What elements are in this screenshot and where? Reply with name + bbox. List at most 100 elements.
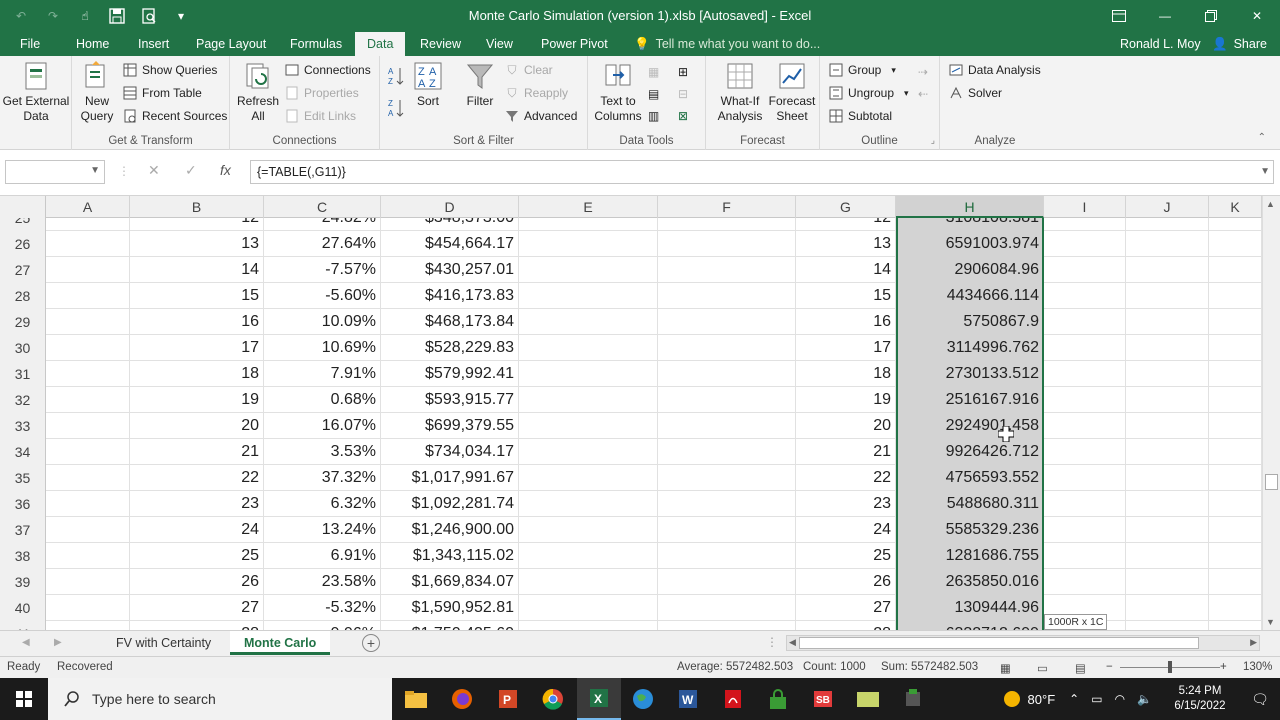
cell-b[interactable]: 16 xyxy=(130,309,264,335)
cell-h[interactable]: 5750867.9 xyxy=(896,309,1044,335)
cell-d[interactable]: $734,034.17 xyxy=(381,439,519,465)
cell-j[interactable] xyxy=(1126,465,1209,491)
row-header[interactable]: 27 xyxy=(0,257,46,283)
cell-h[interactable]: 4434666.114 xyxy=(896,283,1044,309)
horizontal-scroll-thumb[interactable] xyxy=(799,637,1199,649)
cell-c[interactable]: 10.69% xyxy=(264,335,381,361)
select-all-corner[interactable] xyxy=(0,196,46,218)
lock-app-icon[interactable] xyxy=(756,678,800,720)
cell-e[interactable] xyxy=(519,231,658,257)
cell-a[interactable] xyxy=(46,361,130,387)
cell-b[interactable]: 15 xyxy=(130,283,264,309)
cell-e[interactable] xyxy=(519,517,658,543)
cell-k[interactable] xyxy=(1209,569,1262,595)
cell-g[interactable]: 20 xyxy=(796,413,896,439)
tell-me-search[interactable]: 💡 Tell me what you want to do... xyxy=(634,32,820,56)
cell-f[interactable] xyxy=(658,361,796,387)
cell-e[interactable] xyxy=(519,543,658,569)
cell-b[interactable]: 23 xyxy=(130,491,264,517)
cell-a[interactable] xyxy=(46,257,130,283)
cell-h[interactable]: 2730133.512 xyxy=(896,361,1044,387)
text-to-columns-button[interactable]: Text to Columns xyxy=(592,60,644,124)
tab-data[interactable]: Data xyxy=(355,32,406,56)
cell-f[interactable] xyxy=(658,283,796,309)
row-header[interactable]: 30 xyxy=(0,335,46,361)
cell-c[interactable]: 24.82% xyxy=(264,218,381,231)
cell-c[interactable]: 23.58% xyxy=(264,569,381,595)
minimize-icon[interactable]: — xyxy=(1142,0,1188,32)
cell-d[interactable]: $699,379.55 xyxy=(381,413,519,439)
cell-a[interactable] xyxy=(46,621,130,630)
cell-h[interactable]: 3114996.762 xyxy=(896,335,1044,361)
clear-filter-button[interactable]: ⛉ Clear xyxy=(504,60,552,80)
wifi-icon[interactable]: ◠ xyxy=(1115,692,1125,706)
cell-b[interactable]: 17 xyxy=(130,335,264,361)
cell-k[interactable] xyxy=(1209,361,1262,387)
cell-i[interactable] xyxy=(1044,218,1126,231)
adobe-app-icon[interactable]: SB xyxy=(801,678,845,720)
collapse-ribbon-icon[interactable]: ⌃ xyxy=(1258,132,1266,143)
show-queries-button[interactable]: Show Queries xyxy=(122,60,217,80)
group-button[interactable]: Group ▾ xyxy=(828,60,896,80)
consolidate-icon[interactable]: ⊞ xyxy=(678,62,688,82)
relationships-icon[interactable]: ⊟ xyxy=(678,84,688,104)
row-header[interactable]: 34 xyxy=(0,439,46,465)
manage-data-model-icon[interactable]: ⊠ xyxy=(678,106,688,126)
column-header-e[interactable]: E xyxy=(519,196,658,218)
sort-az-icon[interactable]: AZ xyxy=(388,66,404,86)
page-layout-view-icon[interactable]: ▭ xyxy=(1037,661,1048,675)
cell-b[interactable]: 25 xyxy=(130,543,264,569)
cell-f[interactable] xyxy=(658,491,796,517)
cell-b[interactable]: 14 xyxy=(130,257,264,283)
tab-page-layout[interactable]: Page Layout xyxy=(196,32,266,56)
sheet-tab-monte-carlo[interactable]: Monte Carlo xyxy=(230,631,331,655)
solver-button[interactable]: Solver xyxy=(948,83,1002,103)
user-name[interactable]: Ronald L. Moy xyxy=(1120,32,1201,56)
new-query-button[interactable]: New Query xyxy=(74,60,120,124)
cell-j[interactable] xyxy=(1126,335,1209,361)
tab-insert[interactable]: Insert xyxy=(138,32,169,56)
cell-k[interactable] xyxy=(1209,218,1262,231)
cell-f[interactable] xyxy=(658,218,796,231)
cell-b[interactable]: 19 xyxy=(130,387,264,413)
cell-j[interactable] xyxy=(1126,491,1209,517)
sheet-tab-fv-with-certainty[interactable]: FV with Certainty xyxy=(102,631,225,655)
cell-g[interactable]: 13 xyxy=(796,231,896,257)
cell-b[interactable]: 13 xyxy=(130,231,264,257)
cell-k[interactable] xyxy=(1209,413,1262,439)
cell-i[interactable] xyxy=(1044,413,1126,439)
cell-f[interactable] xyxy=(658,387,796,413)
column-header-i[interactable]: I xyxy=(1044,196,1126,218)
cell-b[interactable]: 21 xyxy=(130,439,264,465)
cell-j[interactable] xyxy=(1126,387,1209,413)
cell-f[interactable] xyxy=(658,231,796,257)
refresh-all-button[interactable]: Refresh All xyxy=(236,60,280,124)
cell-a[interactable] xyxy=(46,595,130,621)
row-header[interactable]: 41 xyxy=(0,621,46,630)
row-header[interactable]: 31 xyxy=(0,361,46,387)
cell-c[interactable]: -5.60% xyxy=(264,283,381,309)
cell-g[interactable]: 16 xyxy=(796,309,896,335)
chevron-up-icon[interactable]: ⌃ xyxy=(1069,692,1079,706)
share-button[interactable]: 👤 Share xyxy=(1212,32,1267,56)
tab-view[interactable]: View xyxy=(486,32,513,56)
ribbon-display-icon[interactable] xyxy=(1096,0,1142,32)
horizontal-scrollbar[interactable]: ◀ ▶ xyxy=(786,635,1260,651)
cell-c[interactable]: 13.24% xyxy=(264,517,381,543)
cell-j[interactable] xyxy=(1126,257,1209,283)
hide-detail-icon[interactable]: ⇠ xyxy=(918,84,928,104)
cell-a[interactable] xyxy=(46,413,130,439)
firefox-icon[interactable] xyxy=(440,678,484,720)
cell-h[interactable]: 5488680.311 xyxy=(896,491,1044,517)
cell-c[interactable]: -5.32% xyxy=(264,595,381,621)
close-icon[interactable]: ✕ xyxy=(1234,0,1280,32)
zoom-slider-thumb[interactable] xyxy=(1168,661,1172,673)
cell-f[interactable] xyxy=(658,621,796,630)
cell-k[interactable] xyxy=(1209,257,1262,283)
row-header[interactable]: 28 xyxy=(0,283,46,309)
cell-b[interactable]: 28 xyxy=(130,621,264,630)
cell-f[interactable] xyxy=(658,257,796,283)
cell-j[interactable] xyxy=(1126,218,1209,231)
cell-h[interactable]: 2906084.96 xyxy=(896,257,1044,283)
cell-i[interactable] xyxy=(1044,257,1126,283)
